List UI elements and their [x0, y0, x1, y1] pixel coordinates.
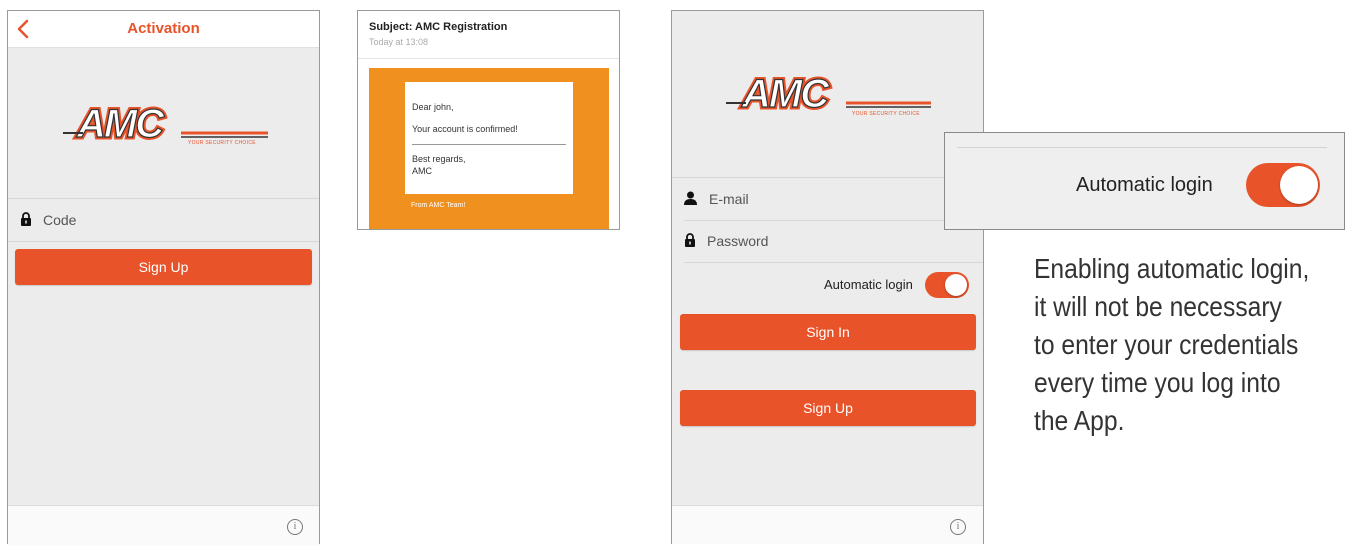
automatic-login-label: Automatic login: [1076, 174, 1213, 196]
page-title: Activation: [127, 20, 200, 37]
footer-bar: i: [8, 505, 319, 546]
amc-logo-graphic: AMC AMC: [63, 100, 268, 149]
svg-text:AMC: AMC: [741, 72, 830, 116]
email-label: E-mail: [709, 191, 749, 207]
description-line: Enabling automatic login,: [1034, 253, 1310, 284]
divider: [412, 144, 566, 145]
automatic-login-toggle[interactable]: [1246, 163, 1320, 207]
email-body: Dear john, Your account is confirmed! Be…: [369, 68, 609, 229]
logo-tagline: YOUR SECURITY CHOICE: [852, 111, 920, 117]
automatic-login-toggle[interactable]: [925, 272, 969, 298]
sign-up-button[interactable]: Sign Up: [680, 390, 976, 426]
email-greeting: Dear john,: [412, 102, 454, 112]
email-subject: Subject: AMC Registration: [369, 21, 508, 33]
info-icon[interactable]: i: [950, 519, 966, 535]
code-label: Code: [43, 212, 77, 228]
email-message-card: Dear john, Your account is confirmed! Be…: [405, 82, 573, 194]
logo-tagline: YOUR SECURITY CHOICE: [188, 140, 256, 146]
description-line: every time you log into: [1034, 367, 1281, 398]
amc-logo-graphic: AMC AMC: [726, 70, 931, 119]
sign-up-button[interactable]: Sign Up: [15, 249, 312, 285]
description-text: Enabling automatic login, it will not be…: [1034, 250, 1314, 440]
description-line: to enter your credentials: [1034, 329, 1299, 360]
divider: [684, 262, 983, 263]
activation-screen: Activation AMC AMC YOUR SECURITY CHOICE …: [7, 10, 320, 546]
amc-logo: AMC AMC YOUR SECURITY CHOICE: [724, 67, 934, 127]
divider: [358, 58, 619, 59]
svg-text:AMC: AMC: [76, 102, 165, 146]
email-message: Your account is confirmed!: [412, 124, 518, 134]
footer-bar: i: [672, 505, 983, 544]
user-icon: [684, 191, 697, 205]
automatic-login-callout: Automatic login: [944, 132, 1345, 230]
description-line: the App.: [1034, 405, 1125, 436]
code-field[interactable]: Code: [8, 198, 319, 242]
lock-icon: [685, 233, 695, 247]
email-from: From AMC Team!: [411, 202, 466, 209]
amc-logo: AMC AMC YOUR SECURITY CHOICE: [63, 97, 273, 157]
email-signature: AMC: [412, 166, 432, 176]
automatic-login-label: Automatic login: [824, 277, 913, 292]
toggle-knob: [945, 274, 967, 296]
password-label: Password: [707, 233, 769, 249]
confirmation-email: Subject: AMC Registration Today at 13:08…: [357, 10, 620, 230]
login-screen: AMC AMC YOUR SECURITY CHOICE E-mail Pass…: [671, 10, 984, 544]
nav-bar: Activation: [8, 11, 319, 48]
email-closing: Best regards,: [412, 154, 466, 164]
email-field[interactable]: E-mail: [672, 178, 983, 220]
info-icon[interactable]: i: [287, 519, 303, 535]
sign-in-button[interactable]: Sign In: [680, 314, 976, 350]
email-date: Today at 13:08: [369, 37, 429, 47]
divider: [957, 147, 1327, 148]
lock-icon: [21, 212, 31, 226]
toggle-knob: [1280, 166, 1318, 204]
password-field[interactable]: Password: [672, 221, 983, 263]
description-line: it will not be necessary: [1034, 291, 1282, 322]
